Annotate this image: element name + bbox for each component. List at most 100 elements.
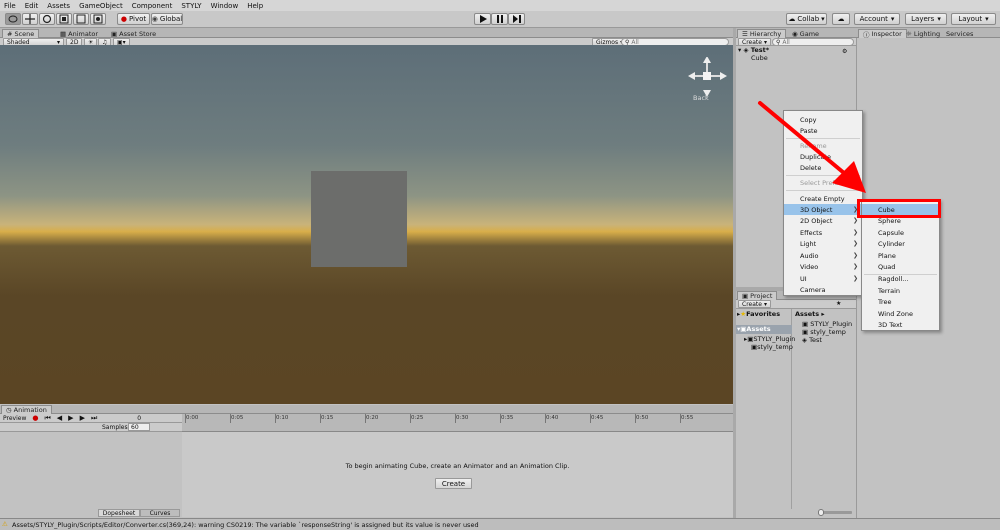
next-key-icon[interactable]: ▶ [80, 414, 85, 422]
menu-item-effects-label: Effects [800, 228, 823, 237]
timeline-tick-label: 0:10 [276, 415, 289, 421]
menu-item-2d-object[interactable]: 2D Object ❯ [784, 215, 862, 226]
prev-key-icon[interactable]: ◀ [57, 414, 62, 422]
menu-item-ui[interactable]: UI ❯ [784, 273, 862, 284]
global-toggle[interactable]: ◉ Global [151, 13, 183, 25]
project-create-dropdown[interactable]: Create ▾ [738, 300, 771, 308]
dopesheet-area[interactable] [182, 432, 733, 517]
menu-item-audio[interactable]: Audio ❯ [784, 250, 862, 261]
account-dropdown[interactable]: Account ▾ [854, 13, 900, 25]
tree-folder-styly-temp[interactable]: ▣styly_temp [751, 343, 793, 351]
submenu-item-quad[interactable]: Quad [862, 261, 939, 272]
submenu-item-3d-text[interactable]: 3D Text [862, 319, 939, 330]
tab-asset-store[interactable]: ▣ Asset Store [107, 29, 160, 38]
move-tool-button[interactable] [22, 13, 38, 25]
submenu-item-capsule[interactable]: Capsule [862, 227, 939, 238]
hierarchy-item-cube[interactable]: Cube [751, 54, 768, 62]
tab-inspector[interactable]: ⓘ Inspector [858, 29, 907, 39]
first-key-icon[interactable]: ⏮ [44, 414, 50, 423]
menu-component[interactable]: Component [132, 2, 173, 10]
scene-root-item[interactable]: ▾ ◈ Test* [738, 46, 769, 54]
layout-dropdown[interactable]: Layout ▾ [951, 13, 996, 25]
menu-gameobject[interactable]: GameObject [79, 2, 123, 10]
submenu-item-plane[interactable]: Plane [862, 250, 939, 261]
cloud-button[interactable]: ☁ [832, 13, 850, 25]
scale-icon [59, 14, 69, 24]
tab-lighting[interactable]: ☼ Lighting [902, 29, 944, 38]
file-styly-temp[interactable]: ▣ styly_temp [802, 328, 846, 336]
rect-tool-button[interactable] [73, 13, 89, 25]
menu-item-light[interactable]: Light ❯ [784, 238, 862, 249]
menu-item-effects[interactable]: Effects ❯ [784, 227, 862, 238]
layers-dropdown[interactable]: Layers ▾ [905, 13, 947, 25]
timeline-ruler[interactable]: 0:00 0:05 0:10 0:15 0:20 0:25 0:30 0:35 0:40 0:45… [182, 414, 733, 432]
cloud-check-icon: ☁ [788, 15, 796, 23]
animation-create-button[interactable]: Create [435, 478, 472, 489]
menu-edit[interactable]: Edit [25, 2, 39, 10]
hierarchy-search-input[interactable]: ⚲ All [772, 38, 854, 46]
submenu-item-wind-zone-label: Wind Zone [878, 309, 913, 318]
options-icon[interactable]: ⚙ [842, 48, 847, 55]
submenu-item-cylinder[interactable]: Cylinder [862, 238, 939, 249]
file-styly-plugin[interactable]: ▣ STYLY_Plugin [802, 320, 852, 328]
menu-window[interactable]: Window [211, 2, 239, 10]
favorites-item[interactable]: ▸★Favorites [737, 310, 780, 318]
hierarchy-search-placeholder: All [782, 38, 790, 46]
submenu-item-wind-zone[interactable]: Wind Zone [862, 308, 939, 319]
store-icon: ▣ [111, 29, 118, 38]
tab-hierarchy[interactable]: ☰ Hierarchy [737, 29, 787, 38]
rotate-tool-button[interactable] [39, 13, 55, 25]
frame-field[interactable]: 0 [137, 415, 141, 422]
tab-animator[interactable]: ▦ Animator [56, 29, 102, 38]
menu-file[interactable]: File [4, 2, 16, 10]
menu-styly[interactable]: STYLY [181, 2, 201, 10]
tab-scene[interactable]: # Scene [2, 29, 40, 38]
preview-toggle[interactable]: Preview [3, 415, 26, 422]
icon-size-slider[interactable] [818, 509, 852, 516]
submenu-item-tree[interactable]: Tree [862, 296, 939, 307]
menu-item-camera-label: Camera [800, 285, 826, 294]
hand-tool-button[interactable] [5, 13, 21, 25]
pivot-toggle[interactable]: ● Pivot [117, 13, 150, 25]
timeline-tick-label: 0:55 [681, 415, 694, 421]
samples-input[interactable]: 60 [128, 423, 150, 431]
tree-folder-styly-plugin[interactable]: ▸▣STYLY_Plugin [744, 335, 795, 343]
timeline-tick-mark [275, 414, 276, 423]
play-icon[interactable]: ▶ [68, 414, 73, 422]
filter-icon[interactable]: ★ [836, 300, 841, 307]
project-create-label: Create [742, 300, 762, 308]
orientation-gizmo-icon[interactable] [688, 57, 728, 97]
dopesheet-tab[interactable]: Dopesheet [98, 509, 140, 517]
global-label: Global [159, 15, 183, 23]
status-message[interactable]: Assets/STYLY_Plugin/Scripts/Editor/Conve… [12, 521, 479, 529]
transform-tool-button[interactable] [90, 13, 106, 25]
file-test[interactable]: ◈ Test [802, 336, 822, 344]
play-button[interactable] [474, 13, 491, 25]
collab-dropdown[interactable]: ☁ Collab ▾ [786, 13, 827, 25]
last-key-icon[interactable]: ⏭ [91, 414, 97, 423]
tab-services[interactable]: Services [942, 29, 977, 38]
menu-item-3d-object[interactable]: 3D Object ❯ [784, 204, 862, 215]
menu-item-camera[interactable]: Camera [784, 284, 862, 295]
assets-folder-item[interactable]: ▾▣Assets [736, 325, 792, 334]
curves-tab[interactable]: Curves [140, 509, 180, 517]
slider-thumb[interactable] [818, 509, 824, 516]
chevron-right-icon: ❯ [852, 217, 858, 224]
step-button[interactable] [508, 13, 525, 25]
menu-item-video[interactable]: Video ❯ [784, 261, 862, 272]
menu-assets[interactable]: Assets [47, 2, 70, 10]
submenu-item-3d-text-label: 3D Text [878, 320, 903, 329]
timeline-tick-label: 0:00 [186, 415, 199, 421]
tab-game[interactable]: ◉ Game [788, 29, 823, 38]
scale-tool-button[interactable] [56, 13, 72, 25]
pause-button[interactable] [491, 13, 508, 25]
hierarchy-create-dropdown[interactable]: Create ▾ [738, 38, 771, 46]
submenu-item-ragdoll[interactable]: Ragdoll... [862, 273, 939, 284]
submenu-item-terrain[interactable]: Terrain [862, 285, 939, 296]
record-icon[interactable]: ● [32, 414, 38, 422]
tab-project[interactable]: ▣ Project [737, 291, 778, 300]
menu-help[interactable]: Help [247, 2, 263, 10]
scene-viewport[interactable]: Back [0, 45, 733, 404]
rotate-icon [42, 14, 52, 24]
cube-object[interactable] [311, 171, 407, 267]
